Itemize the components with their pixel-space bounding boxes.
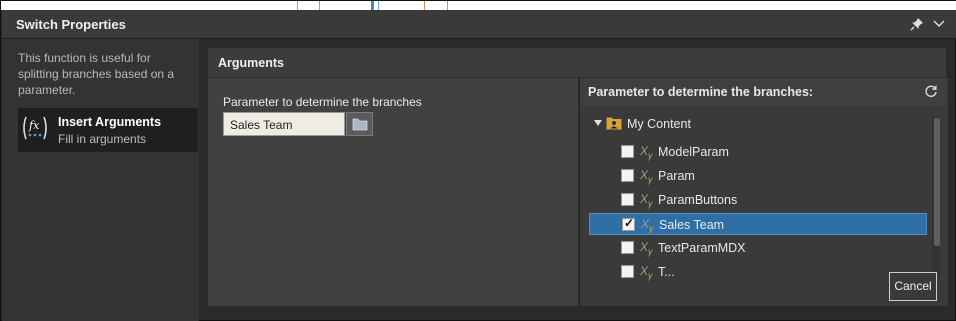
pin-icon[interactable] [910, 17, 924, 31]
param-label: Parameter to determine the branches [223, 95, 422, 109]
parameter-icon: Xy [640, 264, 653, 281]
expand-caret-icon[interactable] [594, 120, 602, 126]
cancel-button[interactable]: Cancel [889, 272, 937, 301]
title-bar: Switch Properties [2, 10, 956, 39]
tree-item-label: ParamButtons [658, 193, 738, 207]
checkbox-checked[interactable]: ✓ [622, 216, 635, 231]
tree-item-partial[interactable]: Xy T... [589, 261, 927, 283]
tree-item-label: ModelParam [658, 145, 729, 159]
sidebar: This function is useful for splitting br… [2, 39, 199, 321]
picker-header: Parameter to determine the branches: [580, 78, 946, 106]
function-description: This function is useful for splitting br… [18, 51, 175, 97]
tree-item-param[interactable]: Xy Param [589, 165, 927, 187]
picker-title: Parameter to determine the branches: [588, 85, 814, 99]
tree-item-sales-team[interactable]: ✓ Xy Sales Team [589, 213, 927, 235]
parameter-icon: Xy [640, 168, 653, 185]
background-canvas-strip [1, 1, 956, 10]
fx-function-icon: fx [23, 116, 47, 140]
svg-text:fx: fx [28, 119, 40, 132]
checkbox[interactable] [621, 241, 634, 254]
arguments-header: Arguments [208, 48, 946, 78]
tree-item-label: T... [658, 265, 675, 279]
checkbox[interactable] [621, 169, 634, 182]
parameter-icon: Xy [640, 144, 653, 161]
tree-item-label: Sales Team [659, 218, 725, 232]
param-value-field[interactable]: Sales Team [223, 112, 345, 136]
refresh-icon[interactable] [924, 84, 938, 98]
tree-item-label: Param [658, 169, 695, 183]
insert-arguments-title: Insert Arguments [58, 115, 162, 129]
tree-item-parambuttons[interactable]: Xy ParamButtons [589, 189, 927, 211]
dialog-window: Switch Properties This function is usefu… [0, 0, 956, 321]
arguments-title: Arguments [218, 56, 284, 70]
tree-item-textparammdx[interactable]: Xy TextParamMDX [589, 237, 927, 259]
checkbox[interactable] [621, 145, 634, 158]
insert-arguments-subtitle: Fill in arguments [58, 132, 147, 146]
chevron-down-icon[interactable] [932, 18, 946, 30]
argument-form: Parameter to determine the branches Sale… [208, 78, 578, 306]
folder-icon [352, 118, 368, 131]
scrollbar-thumb[interactable] [934, 118, 940, 246]
checkmark-icon: ✓ [624, 216, 635, 230]
parameter-icon: Xy [640, 192, 653, 209]
parameter-icon: Xy [641, 217, 654, 234]
tree-root-label: My Content [627, 117, 691, 131]
sidebar-item-insert-arguments[interactable]: fx Insert Arguments Fill in arguments [18, 108, 198, 152]
browse-button[interactable] [346, 112, 373, 136]
user-folder-icon [606, 117, 622, 130]
tree-item-modelparam[interactable]: Xy ModelParam [589, 141, 927, 163]
dialog-title: Switch Properties [16, 17, 126, 32]
parameter-icon: Xy [640, 240, 653, 257]
checkbox[interactable] [621, 193, 634, 206]
arguments-panel: Arguments Parameter to determine the bra… [208, 48, 948, 306]
checkbox[interactable] [621, 265, 634, 278]
tree-item-label: TextParamMDX [658, 241, 746, 255]
